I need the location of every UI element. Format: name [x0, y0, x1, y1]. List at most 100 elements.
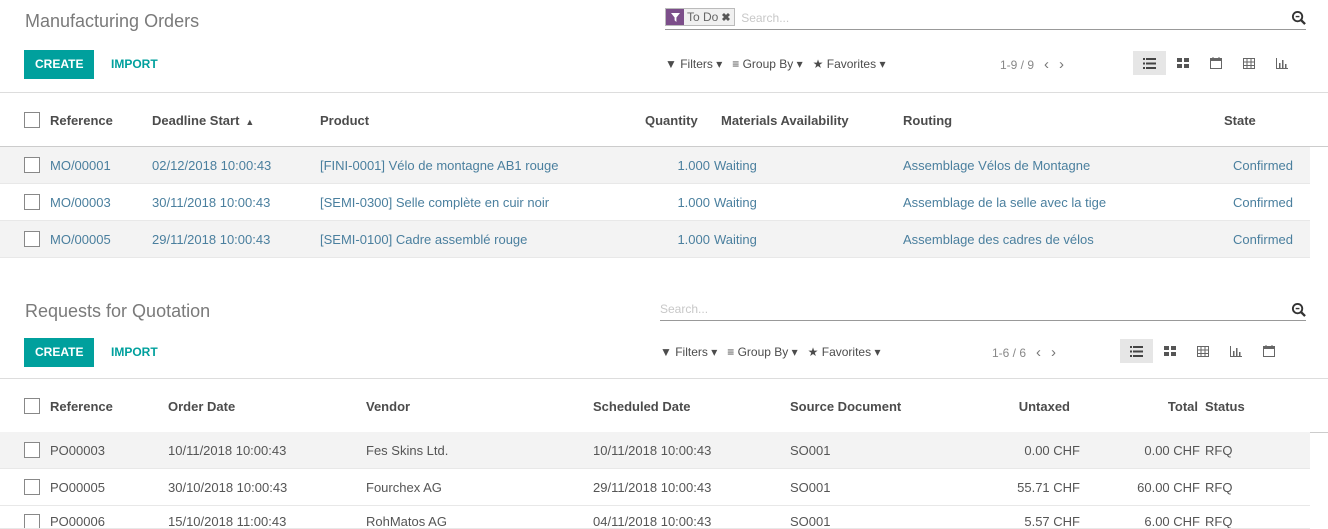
- mo-routing: Assemblage des cadres de vélos: [903, 232, 1094, 247]
- rfq-import-button[interactable]: IMPORT: [107, 338, 162, 367]
- mo-col-availability[interactable]: Materials Availability: [721, 93, 849, 148]
- rfq-favorites-dropdown[interactable]: ★ Favorites ▾: [808, 345, 881, 359]
- table-row[interactable]: MO/00001 02/12/2018 10:00:43 [FINI-0001]…: [0, 147, 1310, 184]
- row-checkbox[interactable]: [24, 514, 40, 528]
- row-checkbox[interactable]: [24, 479, 40, 495]
- kanban-view-icon[interactable]: [1153, 339, 1186, 363]
- rfq-vendor: RohMatos AG: [366, 514, 447, 529]
- mo-create-button[interactable]: CREATE: [24, 50, 95, 79]
- chevron-right-icon[interactable]: ›: [1051, 344, 1056, 361]
- chevron-right-icon[interactable]: ›: [1059, 56, 1064, 73]
- table-row[interactable]: MO/00003 30/11/2018 10:00:43 [SEMI-0300]…: [0, 184, 1310, 221]
- rfq-col-source[interactable]: Source Document: [790, 379, 901, 434]
- close-icon[interactable]: ✖: [721, 11, 733, 24]
- rfq-ref: PO00005: [50, 480, 105, 495]
- mo-state: Confirmed: [1233, 195, 1293, 210]
- rfq-search-bar[interactable]: Search...: [660, 299, 1306, 321]
- rfq-status: RFQ: [1205, 514, 1233, 529]
- rfq-col-vendor[interactable]: Vendor: [366, 379, 410, 434]
- mo-facet-label: To Do: [687, 10, 719, 24]
- graph-view-icon[interactable]: [1219, 339, 1252, 363]
- list-view-icon[interactable]: [1120, 339, 1153, 363]
- rfq-groupby-label: Group By: [737, 345, 789, 359]
- row-checkbox[interactable]: [24, 231, 40, 247]
- rfq-order-date: 10/11/2018 10:00:43: [168, 443, 287, 458]
- mo-title: Manufacturing Orders: [25, 11, 200, 31]
- mo-product: [SEMI-0300] Selle complète en cuir noir: [320, 195, 550, 210]
- rfq-untaxed: 5.57 CHF: [1024, 514, 1080, 529]
- mo-product: [FINI-0001] Vélo de montagne AB1 rouge: [320, 158, 559, 173]
- pivot-view-icon[interactable]: [1186, 339, 1219, 363]
- rfq-select-all-checkbox[interactable]: [24, 398, 40, 414]
- mo-filters-label: Filters: [680, 57, 713, 71]
- row-checkbox[interactable]: [24, 157, 40, 173]
- mo-col-deadline-label: Deadline Start: [152, 113, 240, 128]
- list-view-icon[interactable]: [1133, 51, 1166, 75]
- mo-groupby-dropdown[interactable]: ≡ Group By ▾: [732, 57, 802, 71]
- rfq-source: SO001: [790, 514, 831, 529]
- mo-col-quantity[interactable]: Quantity: [645, 93, 698, 148]
- rfq-filters-dropdown[interactable]: ▼ Filters ▾: [660, 345, 717, 359]
- rfq-col-untaxed[interactable]: Untaxed: [990, 379, 1070, 434]
- sort-asc-icon: ▲: [245, 117, 255, 127]
- kanban-view-icon[interactable]: [1166, 51, 1199, 75]
- mo-filters-dropdown[interactable]: ▼ Filters ▾: [665, 57, 722, 71]
- row-checkbox[interactable]: [24, 194, 40, 210]
- rfq-scheduled-date: 10/11/2018 10:00:43: [593, 443, 712, 458]
- mo-pager-value[interactable]: 1-9 / 9: [1000, 58, 1034, 72]
- mo-col-routing[interactable]: Routing: [903, 93, 952, 148]
- mo-ref: MO/00003: [50, 195, 111, 210]
- row-checkbox[interactable]: [24, 442, 40, 458]
- rfq-filters-label: Filters: [675, 345, 708, 359]
- mo-qty: 1.000: [677, 158, 710, 173]
- mo-col-state[interactable]: State: [1224, 93, 1256, 148]
- rfq-col-reference[interactable]: Reference: [50, 379, 113, 434]
- table-row[interactable]: MO/00005 29/11/2018 10:00:43 [SEMI-0100]…: [0, 221, 1310, 258]
- rfq-col-status[interactable]: Status: [1205, 379, 1245, 434]
- rfq-total: 60.00 CHF: [1137, 480, 1200, 495]
- rfq-groupby-dropdown[interactable]: ≡ Group By ▾: [727, 345, 797, 359]
- table-row[interactable]: PO00005 30/10/2018 10:00:43 Fourchex AG …: [0, 469, 1310, 506]
- mo-col-deadline[interactable]: Deadline Start ▲: [152, 93, 254, 150]
- mo-favorites-dropdown[interactable]: ★ Favorites ▾: [813, 57, 886, 71]
- calendar-view-icon[interactable]: [1199, 51, 1232, 75]
- mo-availability: Waiting: [714, 158, 757, 173]
- rfq-search-input[interactable]: Search...: [660, 302, 708, 316]
- table-row[interactable]: PO00003 10/11/2018 10:00:43 Fes Skins Lt…: [0, 432, 1310, 469]
- mo-table-header: Reference Deadline Start ▲ Product Quanti…: [0, 92, 1328, 147]
- mo-search-bar[interactable]: To Do ✖ Search...: [665, 8, 1306, 30]
- pivot-view-icon[interactable]: [1232, 51, 1265, 75]
- mo-facet-todo[interactable]: To Do ✖: [665, 8, 735, 26]
- filter-icon: [666, 9, 684, 25]
- rfq-order-date: 30/10/2018 10:00:43: [168, 480, 288, 495]
- table-row[interactable]: PO00006 15/10/2018 11:00:43 RohMatos AG …: [0, 506, 1310, 529]
- mo-select-all-checkbox[interactable]: [24, 112, 40, 128]
- mo-deadline: 30/11/2018 10:00:43: [152, 195, 271, 210]
- rfq-scheduled-date: 29/11/2018 10:00:43: [593, 480, 712, 495]
- rfq-table-header: Reference Order Date Vendor Scheduled Da…: [0, 378, 1328, 433]
- mo-import-button[interactable]: IMPORT: [107, 50, 162, 79]
- rfq-untaxed: 0.00 CHF: [1024, 443, 1080, 458]
- calendar-view-icon[interactable]: [1252, 339, 1285, 363]
- mo-state: Confirmed: [1233, 232, 1293, 247]
- rfq-scheduled-date: 04/11/2018 10:00:43: [593, 514, 712, 529]
- mo-qty: 1.000: [677, 195, 710, 210]
- mo-favorites-label: Favorites: [826, 57, 877, 71]
- mo-col-reference[interactable]: Reference: [50, 93, 113, 148]
- rfq-col-total[interactable]: Total: [1130, 379, 1198, 434]
- mo-col-product[interactable]: Product: [320, 93, 369, 148]
- graph-view-icon[interactable]: [1265, 51, 1298, 75]
- rfq-create-button[interactable]: CREATE: [24, 338, 95, 367]
- search-icon[interactable]: [1291, 10, 1306, 28]
- rfq-pager-value[interactable]: 1-6 / 6: [992, 346, 1026, 360]
- mo-routing: Assemblage Vélos de Montagne: [903, 158, 1091, 173]
- mo-state: Confirmed: [1233, 158, 1293, 173]
- rfq-col-order-date[interactable]: Order Date: [168, 379, 235, 434]
- search-icon[interactable]: [1291, 302, 1306, 320]
- rfq-vendor: Fes Skins Ltd.: [366, 443, 449, 458]
- rfq-col-scheduled-date[interactable]: Scheduled Date: [593, 379, 691, 434]
- chevron-left-icon[interactable]: ‹: [1036, 344, 1041, 361]
- rfq-source: SO001: [790, 480, 831, 495]
- chevron-left-icon[interactable]: ‹: [1044, 56, 1049, 73]
- mo-search-input[interactable]: Search...: [741, 11, 789, 25]
